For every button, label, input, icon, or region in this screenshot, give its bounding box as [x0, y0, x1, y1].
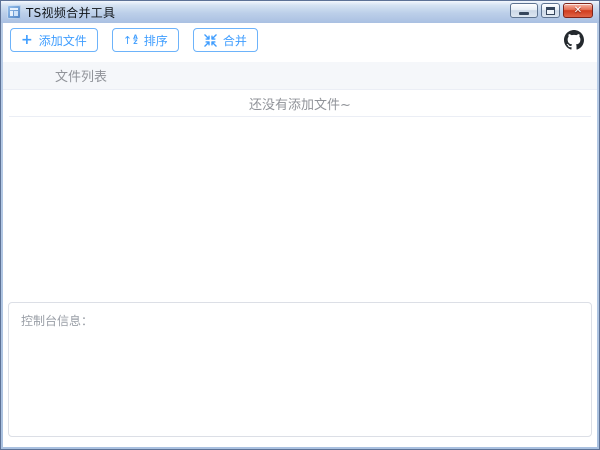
add-file-button[interactable]: + 添加文件	[10, 28, 98, 52]
minimize-button[interactable]	[510, 3, 538, 18]
window-title: TS视频合并工具	[26, 4, 115, 21]
app-window: TS视频合并工具 ✕ + 添加文件 ↑ A	[0, 0, 600, 450]
add-file-label: 添加文件	[39, 32, 87, 49]
sort-button[interactable]: ↑ A Z 排序	[112, 28, 179, 52]
app-icon	[7, 5, 21, 19]
console-label: 控制台信息：	[21, 314, 93, 328]
merge-label: 合并	[223, 32, 247, 49]
merge-icon	[204, 34, 217, 47]
github-link[interactable]	[564, 30, 584, 50]
client-area: + 添加文件 ↑ A Z 排序	[3, 23, 597, 447]
merge-button[interactable]: 合并	[193, 28, 258, 52]
window-controls: ✕	[510, 1, 593, 23]
sort-label: 排序	[144, 32, 168, 49]
close-button[interactable]: ✕	[563, 3, 593, 18]
empty-state: 还没有添加文件~	[9, 90, 591, 117]
console-panel: 控制台信息：	[8, 302, 592, 437]
close-icon: ✕	[574, 6, 582, 16]
maximize-icon	[546, 7, 555, 15]
file-list-header: 文件列表	[3, 62, 597, 90]
minimize-icon	[519, 12, 529, 15]
empty-state-text: 还没有添加文件~	[249, 94, 351, 113]
file-list-header-label: 文件列表	[55, 66, 107, 85]
sort-icon: ↑ A Z	[123, 35, 138, 46]
toolbar: + 添加文件 ↑ A Z 排序	[3, 23, 597, 57]
titlebar[interactable]: TS视频合并工具 ✕	[1, 1, 599, 23]
plus-icon: +	[21, 33, 33, 47]
maximize-button[interactable]	[541, 3, 560, 18]
github-icon	[564, 30, 584, 50]
